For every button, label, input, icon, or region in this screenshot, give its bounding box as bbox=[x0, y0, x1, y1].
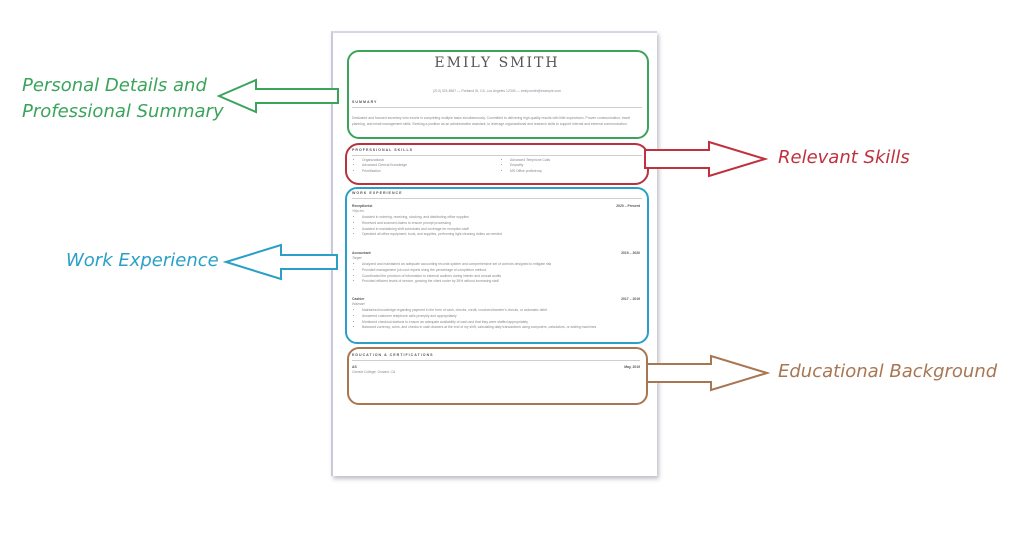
education-divider bbox=[352, 360, 640, 361]
resume-contact: (213) 323-8567 — Portland St, CA, Los An… bbox=[432, 89, 562, 93]
experience-arrow-shape bbox=[222, 243, 338, 281]
summary-heading: SUMMARY bbox=[352, 100, 378, 104]
left-arrow-icon bbox=[216, 78, 339, 114]
callout-relevant-skills: Relevant Skills bbox=[778, 147, 910, 168]
job-bullet: Provided efficient levels of service, gr… bbox=[362, 279, 640, 285]
education-degree: AS bbox=[352, 365, 357, 369]
job-dates: 2017 – 2019 bbox=[621, 297, 640, 301]
skill-item: Prioritization bbox=[362, 169, 494, 174]
right-arrow-icon bbox=[646, 354, 771, 392]
skills-heading: PROFESSIONAL SKILLS bbox=[352, 148, 414, 152]
education-heading: EDUCATION & CERTIFICATIONS bbox=[352, 353, 434, 357]
personal-arrow-shape bbox=[216, 78, 339, 114]
job-company: Target bbox=[352, 256, 362, 260]
job-title: Accountant bbox=[352, 251, 371, 255]
job-entry: Receptionist 2020 – Present Yelp Inc. As… bbox=[352, 204, 640, 238]
skills-arrow-shape bbox=[644, 140, 769, 178]
job-dates: 2019 – 2020 bbox=[621, 251, 640, 255]
skills-right-list: Advanced Telephone Calls Empathy MS Offi… bbox=[502, 158, 642, 174]
callout-personal-details: Personal Details and Professional Summar… bbox=[22, 73, 224, 125]
job-entry: Accountant 2019 – 2020 Target Analyzed a… bbox=[352, 251, 640, 285]
job-entry: Cashier 2017 – 2019 Walmart Maintained k… bbox=[352, 297, 640, 337]
job-company: Walmart bbox=[352, 302, 365, 306]
job-company: Yelp Inc. bbox=[352, 209, 366, 213]
right-arrow-icon bbox=[644, 140, 769, 178]
job-title: Cashier bbox=[352, 297, 365, 301]
summary-text: Dedicated and focused secretary who exce… bbox=[352, 116, 631, 126]
education-date: May, 2019 bbox=[624, 365, 640, 369]
experience-heading: WORK EXPERIENCE bbox=[352, 191, 403, 195]
left-arrow-icon bbox=[222, 243, 338, 281]
skills-left-list: Organizational Advanced Clerical Knowled… bbox=[354, 158, 494, 174]
callout-personal-line2: Professional Summary bbox=[22, 101, 224, 122]
skill-item: MS Office proficiency bbox=[510, 169, 642, 174]
callout-personal-line1: Personal Details and bbox=[22, 75, 207, 96]
job-title: Receptionist bbox=[352, 204, 373, 208]
summary-divider bbox=[352, 107, 642, 108]
job-bullet: Operated all office equipment, tools, an… bbox=[362, 232, 640, 238]
education-arrow-shape bbox=[646, 354, 771, 392]
callout-work-experience: Work Experience bbox=[66, 250, 219, 271]
job-bullet: Balanced currency, coins, and checks in … bbox=[362, 325, 640, 331]
job-dates: 2020 – Present bbox=[616, 204, 640, 208]
callout-educational-background: Educational Background bbox=[778, 361, 998, 382]
resume-name: EMILY SMITH bbox=[434, 55, 560, 71]
education-entry: AS May, 2019 Oxnard College, Oxnard, CA bbox=[352, 365, 640, 374]
experience-divider bbox=[352, 198, 642, 199]
education-school: Oxnard College, Oxnard, CA bbox=[352, 370, 396, 374]
skills-divider bbox=[352, 155, 642, 156]
